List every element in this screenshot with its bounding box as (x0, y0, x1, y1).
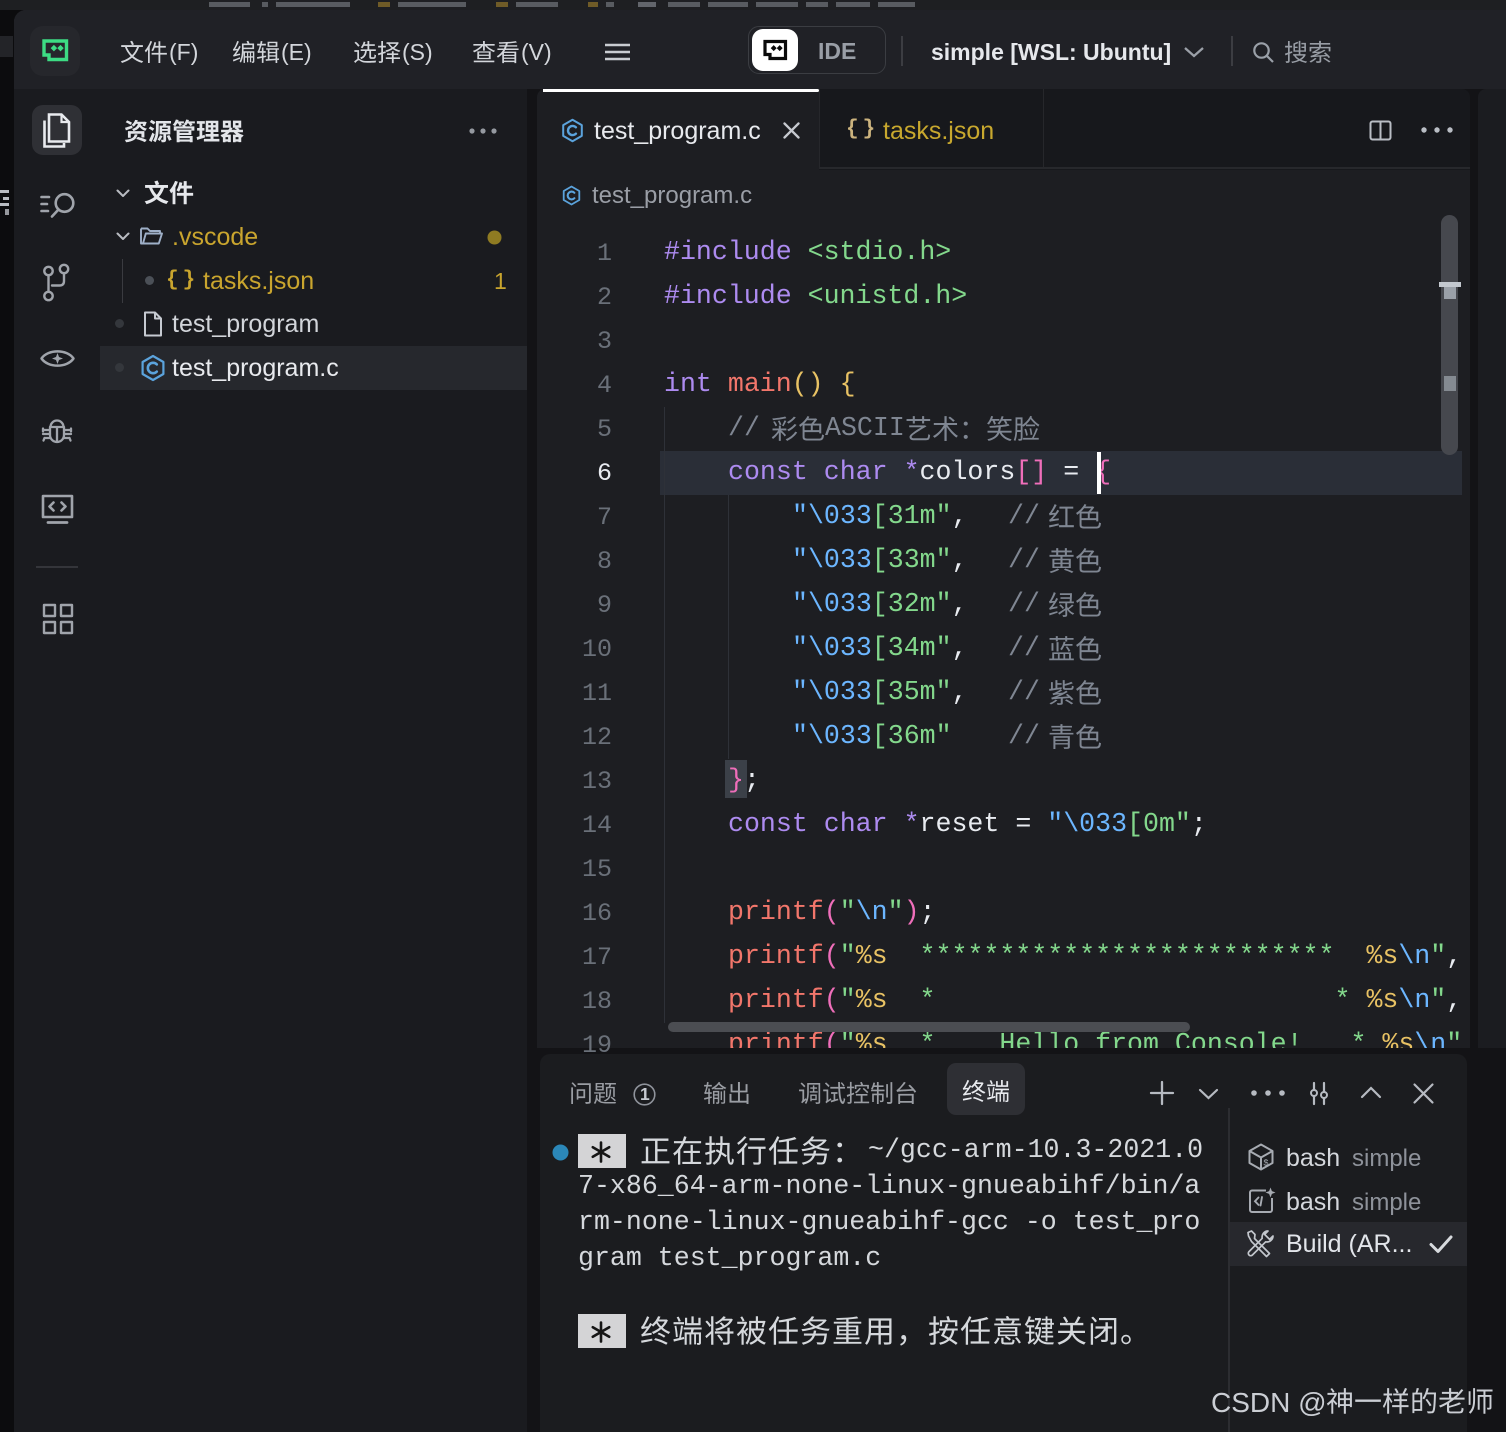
svg-text:$: $ (1263, 1159, 1269, 1169)
